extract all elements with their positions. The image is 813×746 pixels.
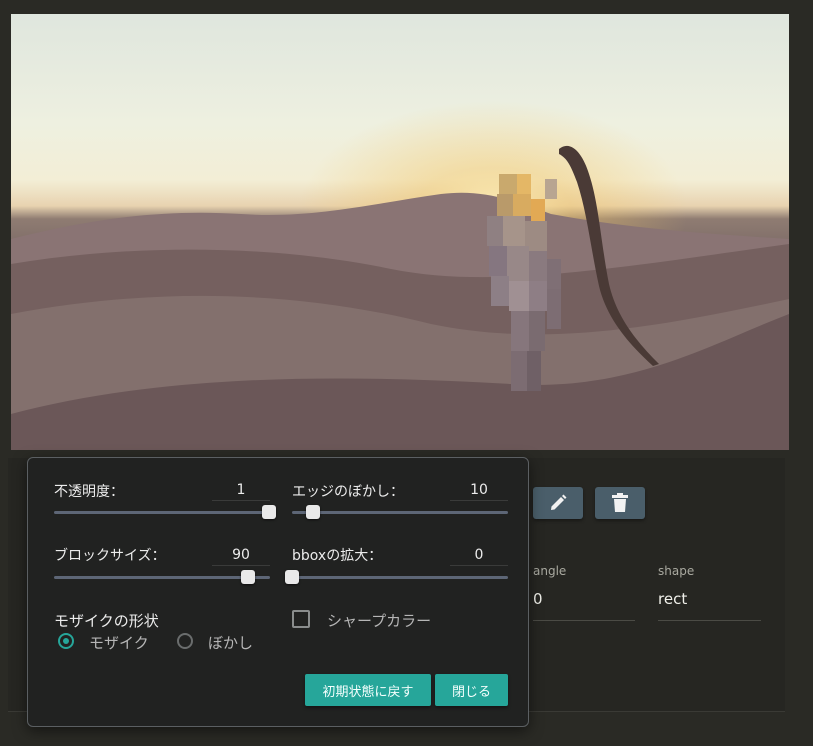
bbox-expand-label: bboxの拡大： xyxy=(292,548,383,564)
block-size-slider-thumb[interactable] xyxy=(241,570,255,584)
sharp-color-label[interactable]: シャープカラー xyxy=(327,610,431,631)
radio-blur-label[interactable]: ぼかし xyxy=(208,632,253,653)
close-button[interactable]: 閉じる xyxy=(435,674,508,706)
opacity-slider[interactable] xyxy=(54,511,270,514)
block-size-label: ブロックサイズ： xyxy=(54,548,166,564)
edge-blur-slider[interactable] xyxy=(292,511,508,514)
shape-input[interactable]: rect xyxy=(658,590,687,608)
mosaic-settings-popup: 不透明度： 1 エッジのぼかし： 10 ブロックサイズ： 90 bboxの拡大：… xyxy=(27,457,529,727)
image-preview xyxy=(11,14,789,450)
radio-mosaic[interactable] xyxy=(58,633,74,649)
block-size-input[interactable]: 90 xyxy=(212,544,270,566)
angle-input[interactable]: 0 xyxy=(533,590,543,608)
opacity-slider-thumb[interactable] xyxy=(262,505,276,519)
opacity-input[interactable]: 1 xyxy=(212,479,270,501)
block-size-slider[interactable] xyxy=(54,576,270,579)
edit-button[interactable] xyxy=(533,487,583,519)
shape-underline xyxy=(658,620,761,621)
radio-blur[interactable] xyxy=(177,633,193,649)
angle-label: angle xyxy=(533,564,567,578)
radio-mosaic-label[interactable]: モザイク xyxy=(89,632,149,653)
reset-button[interactable]: 初期状態に戻す xyxy=(305,674,431,706)
edge-blur-input[interactable]: 10 xyxy=(450,479,508,501)
shape-label: shape xyxy=(658,564,695,578)
angle-underline xyxy=(533,620,635,621)
mosaic-shape-label: モザイクの形状 xyxy=(54,612,159,630)
desert-photo xyxy=(11,14,789,450)
edge-blur-label: エッジのぼかし： xyxy=(292,484,404,500)
sharp-color-checkbox[interactable] xyxy=(292,610,310,628)
bbox-expand-slider-thumb[interactable] xyxy=(285,570,299,584)
bbox-expand-slider[interactable] xyxy=(292,576,508,579)
opacity-label: 不透明度： xyxy=(54,484,124,500)
edge-blur-slider-thumb[interactable] xyxy=(306,505,320,519)
trash-icon xyxy=(612,493,628,512)
bbox-expand-input[interactable]: 0 xyxy=(450,544,508,566)
delete-button[interactable] xyxy=(595,487,645,519)
pencil-icon xyxy=(551,494,567,510)
